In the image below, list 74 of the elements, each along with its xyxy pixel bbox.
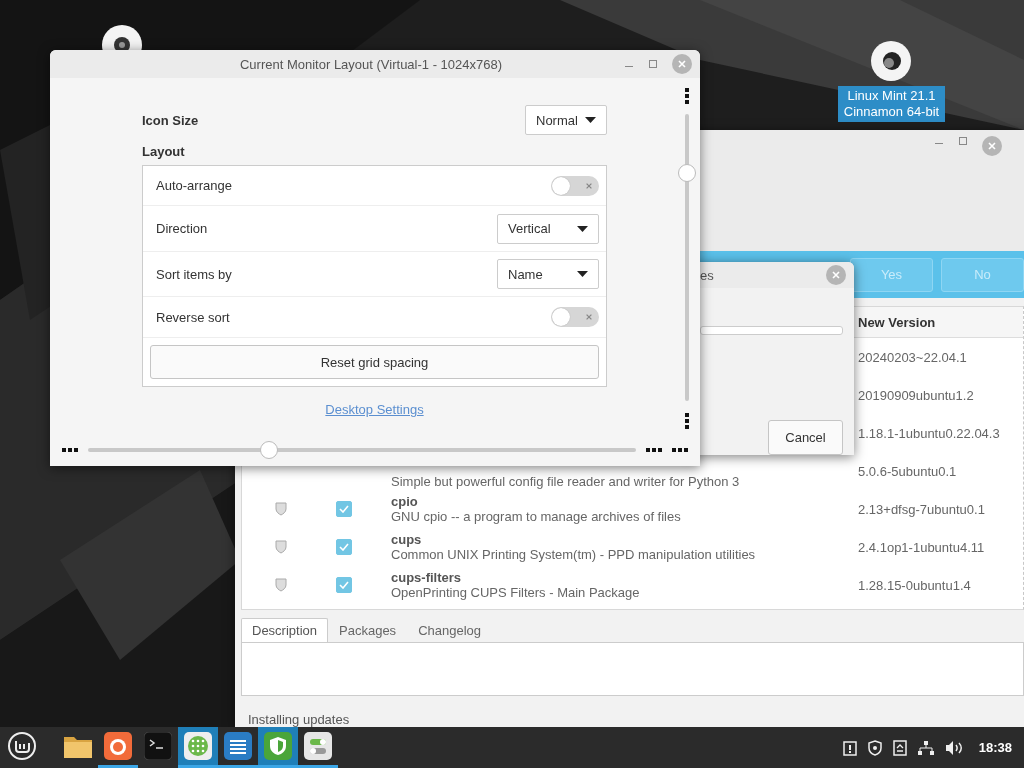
toggle-switch[interactable] <box>551 175 599 196</box>
checkbox[interactable] <box>336 539 352 555</box>
terminal-icon <box>144 732 172 760</box>
setting-label: Reverse sort <box>156 309 230 325</box>
clipboard-icon[interactable] <box>842 739 857 756</box>
tab[interactable]: Packages <box>328 618 408 642</box>
checkmark-icon <box>339 581 349 589</box>
close-icon <box>677 59 687 69</box>
dots-icon[interactable] <box>62 448 78 452</box>
computer-icon <box>870 40 912 82</box>
package-description: Common UNIX Printing System(tm) - PPD manipulation utilities <box>391 546 757 563</box>
package-description: GNU cpio -- a program to manage archives of files <box>391 508 682 525</box>
dropdown[interactable]: Name <box>497 259 599 289</box>
version-text: 20190909ubuntu1.2 <box>858 387 975 403</box>
toggles-icon <box>304 732 332 760</box>
tab[interactable]: Changelog <box>407 618 492 642</box>
setting-label: Direction <box>156 221 208 236</box>
caret-icon <box>577 271 588 277</box>
version-text: 5.0.6-5ubuntu0.1 <box>858 463 958 479</box>
dots-icon[interactable] <box>685 413 689 429</box>
setting-label: Auto-arrange <box>156 178 232 193</box>
checkbox[interactable] <box>336 501 352 517</box>
package-name: cups <box>391 531 423 547</box>
dropdown[interactable]: Vertical <box>497 213 599 244</box>
checkbox[interactable] <box>336 577 352 593</box>
dialog-title: es <box>700 267 715 283</box>
close-icon <box>831 270 841 280</box>
shield-icon <box>275 502 287 516</box>
package-description: OpenPrinting CUPS Filters - Main Package <box>391 584 641 601</box>
update-icon[interactable] <box>892 739 907 756</box>
menu-icon <box>7 731 37 761</box>
x-icon <box>585 181 593 190</box>
dropdown[interactable]: Normal <box>525 105 607 135</box>
status-text: Installing updates <box>248 712 351 727</box>
toggle-switch[interactable] <box>551 307 599 327</box>
shield-icon[interactable] <box>866 739 883 756</box>
close-icon <box>987 141 997 151</box>
window-title: Current Monitor Layout (Virtual-1 - 1024x768) <box>238 56 504 72</box>
setting-label: Icon Size <box>142 112 199 128</box>
reset-button[interactable]: Reset grid spacing <box>150 345 599 379</box>
caret-icon <box>585 117 596 123</box>
caret-icon <box>577 225 588 232</box>
shield-icon <box>275 578 287 592</box>
version-text: 20240203~22.04.1 <box>858 349 968 365</box>
checkmark-icon <box>339 505 349 513</box>
cancel-button[interactable]: Cancel <box>768 420 843 455</box>
tab[interactable]: Description <box>241 618 329 642</box>
dots-icon[interactable] <box>672 448 688 452</box>
setting-label: Sort items by <box>156 266 232 282</box>
maximize-icon[interactable] <box>648 59 658 69</box>
browser-icon <box>104 732 132 760</box>
checkmark-icon <box>339 543 349 551</box>
clock[interactable]: 18:38 <box>978 740 1012 755</box>
package-name: cpio <box>391 493 419 509</box>
maximize-icon[interactable] <box>958 136 968 146</box>
version-text: 1.18.1-1ubuntu0.22.04.3 <box>858 425 1001 441</box>
version-text: 2.4.1op1-1ubuntu4.11 <box>858 539 986 555</box>
dots-icon[interactable] <box>685 88 689 104</box>
text-editor-icon <box>224 732 252 760</box>
dots-icon[interactable] <box>646 448 662 452</box>
version-text: 2.13+dfsg-7ubuntu0.1 <box>858 501 986 517</box>
network-icon[interactable] <box>916 739 935 756</box>
desktop-icon-label[interactable]: Linux Mint 21.1 Cinnamon 64-bit <box>838 86 945 122</box>
shield-icon <box>264 732 292 760</box>
column-header: New Version <box>858 314 937 330</box>
volume-icon[interactable] <box>944 739 963 756</box>
grid-icon <box>184 732 212 760</box>
package-name: cups-filters <box>391 569 463 585</box>
section-heading: Layout <box>142 144 186 159</box>
shield-icon <box>275 540 287 554</box>
version-text: 1.28.15-0ubuntu1.4 <box>858 577 972 593</box>
x-icon <box>585 313 593 321</box>
horizontal-slider[interactable] <box>88 441 636 459</box>
package-description: Simple but powerful config file reader and writer for Python 3 <box>391 475 741 489</box>
